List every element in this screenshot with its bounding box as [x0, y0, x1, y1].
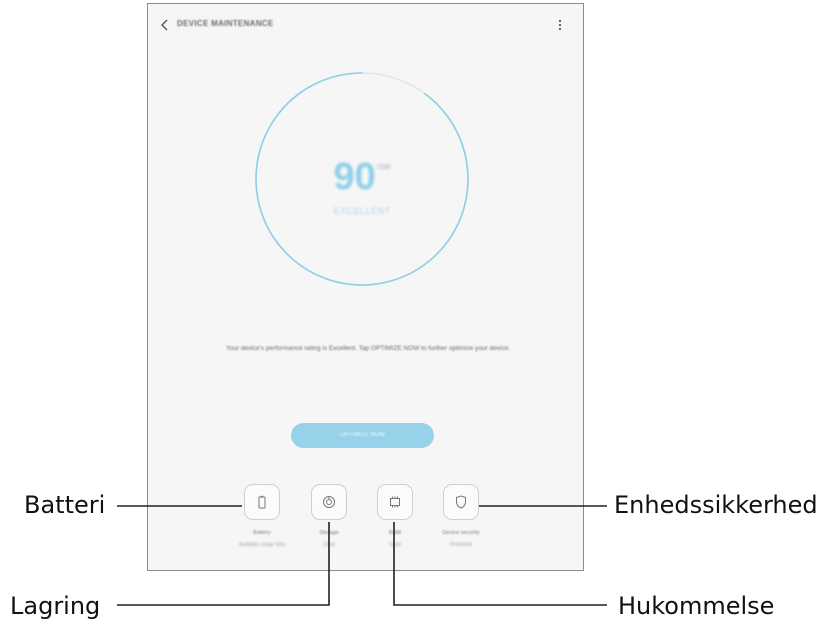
storage-callout-line [117, 522, 330, 606]
battery-callout: Batteri [24, 491, 106, 519]
memory-callout-line [393, 522, 607, 606]
security-callout: Enhedssikkerhed [614, 491, 818, 519]
storage-callout: Lagring [10, 592, 101, 620]
memory-callout: Hukommelse [618, 592, 775, 620]
callout-lines [117, 505, 607, 606]
